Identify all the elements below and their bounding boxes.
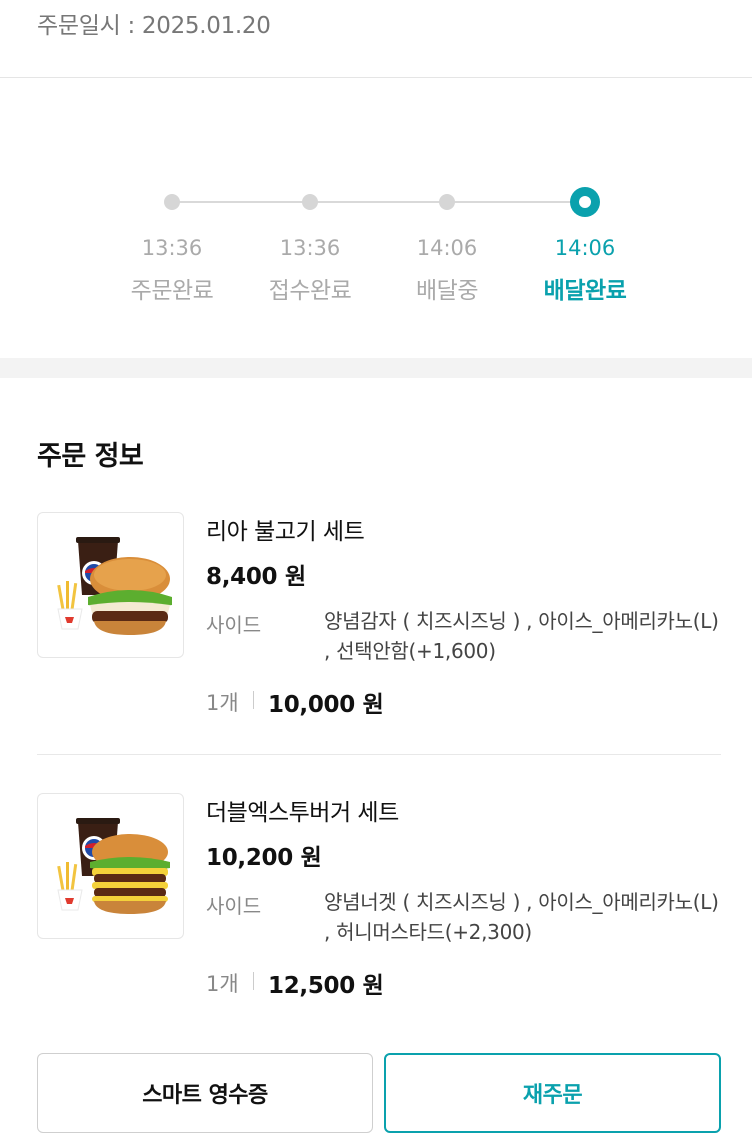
status-step-time-active: 14:06 <box>554 236 616 260</box>
status-step-label: 주문완료 <box>130 278 214 304</box>
item-name: 리아 불고기 세트 <box>206 519 365 545</box>
item-option-line: , 허니머스타드(+2,300) <box>324 920 532 944</box>
item-divider <box>37 754 721 755</box>
smart-receipt-button[interactable]: 스마트 영수증 <box>37 1053 373 1133</box>
quantity-separator <box>253 972 254 990</box>
status-step-dot <box>439 194 455 210</box>
status-step-dot-active <box>570 187 600 217</box>
item-total-price: 12,500 원 <box>268 973 384 999</box>
order-info-title: 주문 정보 <box>37 441 144 472</box>
status-track-line <box>172 201 585 203</box>
status-step-dot <box>302 194 318 210</box>
status-step-time: 13:36 <box>141 236 203 260</box>
order-date-bar: 주문일시 : 2025.01.20 <box>0 0 752 78</box>
double-x2-burger-set-image <box>37 793 184 939</box>
status-step-dot <box>164 194 180 210</box>
item-option-line: 양념감자 ( 치즈시즈닝 ) , 아이스_아메리카노(L) <box>324 609 719 633</box>
item-price: 8,400 원 <box>206 564 306 590</box>
delivery-status-tracker: 13:36 13:36 14:06 14:06 주문완료 접수완료 배달중 배달… <box>0 78 752 358</box>
status-step-time: 14:06 <box>416 236 478 260</box>
item-option-key: 사이드 <box>206 894 262 918</box>
item-quantity: 1개 <box>206 691 239 715</box>
status-step-label: 접수완료 <box>268 278 352 304</box>
item-quantity: 1개 <box>206 972 239 996</box>
item-total-price: 10,000 원 <box>268 692 384 718</box>
bulgogi-burger-set-image <box>37 512 184 658</box>
item-option-value: 양념감자 ( 치즈시즈닝 ) , 아이스_아메리카노(L) , 선택안함(+1,… <box>324 606 734 666</box>
order-date: 주문일시 : 2025.01.20 <box>37 13 271 39</box>
status-step-label: 배달중 <box>416 278 478 304</box>
item-option-line: , 선택안함(+1,600) <box>324 639 496 663</box>
item-option-value: 양념너겟 ( 치즈시즈닝 ) , 아이스_아메리카노(L) , 허니머스타드(+… <box>324 887 734 947</box>
status-step-label-active: 배달완료 <box>543 278 627 304</box>
quantity-separator <box>253 691 254 709</box>
item-name: 더블엑스투버거 세트 <box>206 800 399 826</box>
status-step-time: 13:36 <box>279 236 341 260</box>
reorder-button[interactable]: 재주문 <box>384 1053 721 1133</box>
section-divider <box>0 358 752 378</box>
item-price: 10,200 원 <box>206 845 322 871</box>
item-option-line: 양념너겟 ( 치즈시즈닝 ) , 아이스_아메리카노(L) <box>324 890 719 914</box>
item-option-key: 사이드 <box>206 613 262 637</box>
